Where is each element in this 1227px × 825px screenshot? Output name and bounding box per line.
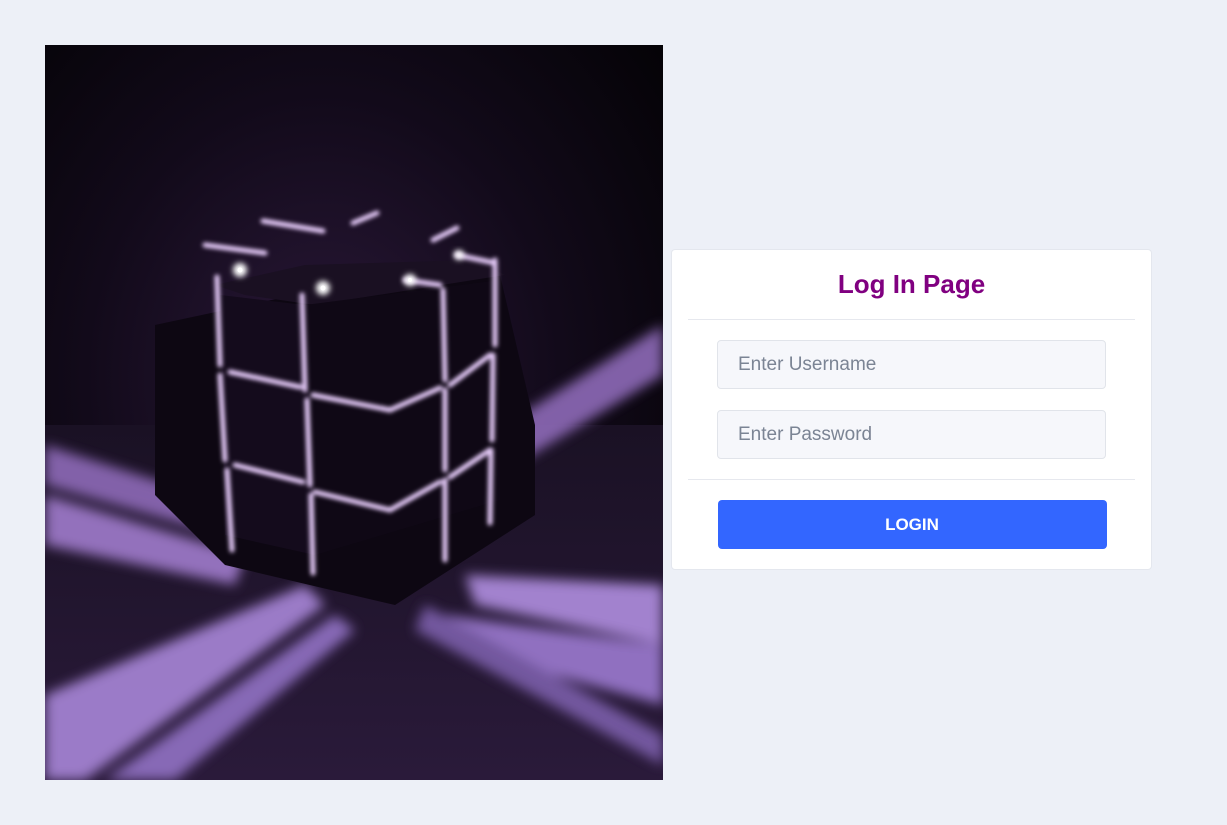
username-input[interactable] — [717, 340, 1106, 389]
page-title: Log In Page — [837, 269, 986, 299]
glowing-purple-cube-image — [45, 45, 663, 780]
login-form — [688, 320, 1135, 480]
card-footer: LOGIN — [672, 480, 1151, 549]
login-card: Log In Page LOGIN — [671, 249, 1152, 570]
password-input[interactable] — [717, 410, 1106, 459]
hero-image — [45, 45, 663, 780]
card-header: Log In Page — [688, 250, 1135, 320]
login-button[interactable]: LOGIN — [717, 500, 1107, 549]
